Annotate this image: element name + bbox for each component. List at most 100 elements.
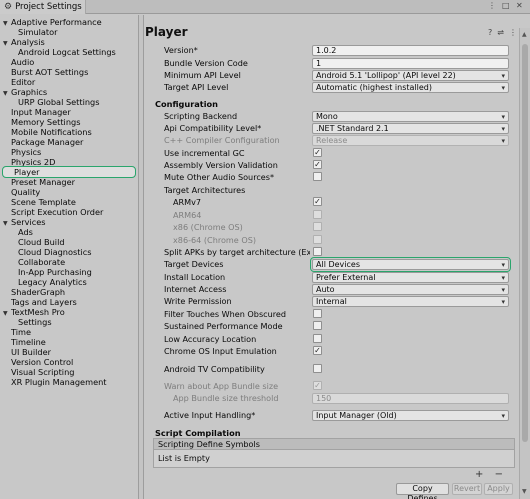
bundle-version-code-field[interactable]: 1 xyxy=(312,58,509,69)
sidebar-item-simulator[interactable]: Simulator xyxy=(0,27,58,37)
sidebar-item-label: Version Control xyxy=(11,357,74,367)
assembly-validation-checkbox[interactable]: ✓ xyxy=(313,160,322,169)
target-api-dropdown[interactable]: Automatic (highest installed) xyxy=(312,82,509,93)
sidebar-item-quality[interactable]: Quality xyxy=(0,187,40,197)
version-field[interactable]: 1.0.2 xyxy=(312,45,509,56)
api-compat-dropdown[interactable]: .NET Standard 2.1 xyxy=(312,123,509,134)
warn-bundle-checkbox: ✓ xyxy=(313,381,322,390)
sidebar-item-physics[interactable]: Physics xyxy=(0,147,41,157)
sidebar-item-physics-2d[interactable]: Physics 2D xyxy=(0,157,55,167)
sidebar-item-cloud-diagnostics[interactable]: Cloud Diagnostics xyxy=(0,247,92,257)
sustained-perf-checkbox[interactable] xyxy=(313,321,322,330)
target-devices-dropdown[interactable]: All Devices xyxy=(310,257,511,272)
filter-touches-checkbox[interactable] xyxy=(313,309,322,318)
target-api-label: Target API Level xyxy=(164,82,229,92)
sidebar-item-label: Analysis xyxy=(11,37,45,47)
sidebar-item-ui-builder[interactable]: UI Builder xyxy=(0,347,51,357)
project-settings-tab[interactable]: ⚙ Project Settings xyxy=(0,0,86,14)
sidebar-item-scene-template[interactable]: Scene Template xyxy=(0,197,76,207)
mute-audio-checkbox[interactable] xyxy=(313,172,322,181)
sidebar-item-services[interactable]: ▼ Services xyxy=(0,217,46,227)
split-apks-checkbox[interactable] xyxy=(313,247,322,256)
maximize-icon[interactable]: □ xyxy=(502,1,510,10)
sidebar-item-shadergraph[interactable]: ShaderGraph xyxy=(0,287,65,297)
low-accuracy-checkbox[interactable] xyxy=(313,334,322,343)
write-permission-dropdown[interactable]: Internal xyxy=(312,296,509,307)
sidebar-item-input-manager[interactable]: Input Manager xyxy=(0,107,71,117)
assembly-validation-label: Assembly Version Validation xyxy=(164,160,278,170)
install-location-dropdown[interactable]: Prefer External xyxy=(312,272,509,283)
sidebar-item-time[interactable]: Time xyxy=(0,327,31,337)
window-title: Project Settings xyxy=(15,2,82,12)
sidebar-item-analysis[interactable]: ▼ Analysis xyxy=(0,37,45,47)
sidebar-item-xr-plugin-management[interactable]: XR Plugin Management xyxy=(0,377,107,387)
kebab-menu-icon[interactable]: ⋮ xyxy=(509,28,517,37)
sidebar-item-label: Settings xyxy=(18,317,52,327)
sidebar-item-android-logcat-settings[interactable]: Android Logcat Settings xyxy=(0,47,116,57)
sidebar-item-version-control[interactable]: Version Control xyxy=(0,357,73,367)
sidebar-item-audio[interactable]: Audio xyxy=(0,57,34,67)
sidebar-item-editor[interactable]: Editor xyxy=(0,77,35,87)
cpp-config-label: C++ Compiler Configuration xyxy=(164,135,280,145)
chrome-os-emulation-checkbox[interactable]: ✓ xyxy=(313,346,322,355)
arm64-checkbox xyxy=(313,210,322,219)
kebab-menu-icon[interactable]: ⋮ xyxy=(488,1,496,10)
scroll-up-icon[interactable]: ▲ xyxy=(522,31,527,38)
sidebar-item-label: ShaderGraph xyxy=(11,287,66,297)
add-icon[interactable]: + xyxy=(475,469,483,480)
active-input-dropdown[interactable]: Input Manager (Old) xyxy=(312,410,509,421)
sidebar-scrollbar[interactable] xyxy=(139,15,144,499)
sidebar-item-label: Graphics xyxy=(11,87,48,97)
help-icon[interactable]: ? xyxy=(488,28,492,37)
revert-button[interactable]: Revert xyxy=(452,483,482,495)
sidebar-item-legacy-analytics[interactable]: Legacy Analytics xyxy=(0,277,87,287)
scripting-backend-label: Scripting Backend xyxy=(164,111,238,121)
list-empty-text: List is Empty xyxy=(158,453,210,463)
sidebar-item-graphics[interactable]: ▼ Graphics xyxy=(0,87,47,97)
main-scrollbar[interactable]: ▲ ▼ xyxy=(519,28,530,499)
sidebar-item-label: Audio xyxy=(11,57,35,67)
sidebar-item-cloud-build[interactable]: Cloud Build xyxy=(0,237,65,247)
page-title: Player xyxy=(145,25,188,39)
sidebar-item-textmesh-pro[interactable]: ▼ TextMesh Pro xyxy=(0,307,65,317)
api-compat-label: Api Compatibility Level* xyxy=(164,123,262,133)
sidebar-item-mobile-notifications[interactable]: Mobile Notifications xyxy=(0,127,92,137)
copy-defines-button[interactable]: Copy Defines xyxy=(396,483,449,499)
sidebar-item-preset-manager[interactable]: Preset Manager xyxy=(0,177,75,187)
scrollbar-thumb[interactable] xyxy=(522,44,528,442)
sidebar-item-tags-and-layers[interactable]: Tags and Layers xyxy=(0,297,77,307)
android-tv-checkbox[interactable] xyxy=(313,364,322,373)
script-compilation-heading: Script Compilation xyxy=(155,428,241,438)
min-api-dropdown[interactable]: Android 5.1 'Lollipop' (API level 22) xyxy=(312,70,509,81)
sidebar-item-settings[interactable]: Settings xyxy=(0,317,52,327)
sidebar-item-timeline[interactable]: Timeline xyxy=(0,337,46,347)
scroll-down-icon[interactable]: ▼ xyxy=(522,488,527,495)
define-symbols-list: List is Empty xyxy=(153,450,515,468)
sidebar-item-label: Timeline xyxy=(11,337,46,347)
scripting-backend-dropdown[interactable]: Mono xyxy=(312,111,509,122)
x86-64-label: x86-64 (Chrome OS) xyxy=(173,235,257,245)
x86-label: x86 (Chrome OS) xyxy=(173,222,243,232)
sidebar-item-label: Physics 2D xyxy=(11,157,56,167)
sidebar-item-ads[interactable]: Ads xyxy=(0,227,33,237)
sidebar-item-in-app-purchasing[interactable]: In-App Purchasing xyxy=(0,267,92,277)
sidebar-item-player[interactable]: Player xyxy=(2,166,136,178)
sidebar-item-memory-settings[interactable]: Memory Settings xyxy=(0,117,80,127)
sidebar-item-collaborate[interactable]: Collaborate xyxy=(0,257,65,267)
sidebar-item-visual-scripting[interactable]: Visual Scripting xyxy=(0,367,74,377)
android-tv-label: Android TV Compatibility xyxy=(164,364,265,374)
sidebar-item-script-execution-order[interactable]: Script Execution Order xyxy=(0,207,103,217)
armv7-checkbox[interactable]: ✓ xyxy=(313,197,322,206)
apply-button[interactable]: Apply xyxy=(484,483,513,495)
list-add-remove: + − xyxy=(475,469,503,480)
sidebar-item-burst-aot-settings[interactable]: Burst AOT Settings xyxy=(0,67,88,77)
incremental-gc-checkbox[interactable]: ✓ xyxy=(313,148,322,157)
sidebar-item-package-manager[interactable]: Package Manager xyxy=(0,137,83,147)
close-icon[interactable]: ✕ xyxy=(516,1,523,10)
sidebar-item-adaptive-performance[interactable]: ▼ Adaptive Performance xyxy=(0,17,102,27)
remove-icon[interactable]: − xyxy=(495,469,503,480)
settings-sidebar: ▼ Adaptive Performance Simulator ▼ Analysis A… xyxy=(0,15,139,499)
sliders-icon[interactable]: ⇌ xyxy=(497,28,504,37)
sidebar-item-urp-global-settings[interactable]: URP Global Settings xyxy=(0,97,100,107)
internet-access-dropdown[interactable]: Auto xyxy=(312,284,509,295)
